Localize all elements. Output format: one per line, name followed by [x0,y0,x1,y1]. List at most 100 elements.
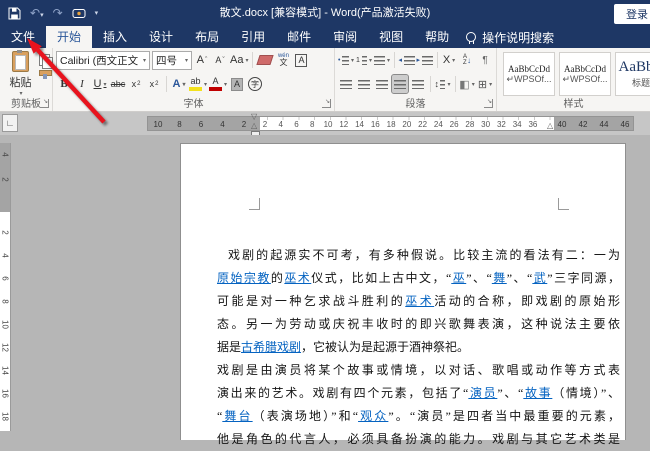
document-text: 戏剧的起源实不可考，有多种假说。比较主流的看法有二：一为 原始宗教的巫术仪式，比如… [217,244,620,451]
asian-layout-button[interactable]: X [441,51,457,69]
format-painter-icon[interactable] [39,70,52,79]
vruler-number: 14 [0,366,10,375]
clear-formatting-button[interactable] [256,51,275,69]
line-spacing-icon [440,79,446,89]
grow-font-button[interactable]: Aˆ [194,51,210,69]
save-icon[interactable] [8,7,21,20]
italic-button[interactable]: I [74,75,90,93]
customize-qat-icon[interactable]: ▾ [95,9,99,17]
ruler-number: 36 [528,120,538,129]
show-hide-marks-button[interactable]: ¶ [477,51,493,69]
ruler-number: 2 [262,120,268,129]
hanging-indent-marker[interactable]: △ [251,122,257,130]
hyperlink[interactable]: 巫 [451,271,466,285]
text-run: ，它被认为是起源于酒神祭祀。 [301,340,470,354]
bullets-button[interactable]: • [338,51,354,69]
justify-icon [394,79,406,89]
first-line-indent-marker[interactable]: ▽ [251,113,257,121]
vruler-number: 12 [0,343,10,352]
document-line-6: 戏剧是由演员将某个故事或情境，以对话、歌唱或动作等方式表 [217,359,620,382]
decrease-indent-button[interactable]: ◂ [399,51,415,69]
style-chip-2[interactable]: AaBbC标题 [615,52,650,96]
paragraph-group-label: 段落 [405,99,426,110]
enclose-characters-button[interactable]: 字 [247,75,263,93]
distribute-button[interactable] [410,75,426,93]
text-run: 仪式，比如上古中文，“ [311,271,452,285]
sign-in-button[interactable]: 登录 [614,4,650,24]
font-color-button[interactable]: A [209,75,227,93]
tab-邮件[interactable]: 邮件 [276,26,322,48]
hyperlink[interactable]: 舞台 [222,409,252,423]
undo-icon[interactable]: ↶▾ [30,7,44,19]
subscript-button[interactable]: x2 [128,75,144,93]
hyperlink[interactable]: 故事 [523,386,552,400]
tab-引用[interactable]: 引用 [230,26,276,48]
tab-设计[interactable]: 设计 [138,26,184,48]
numbering-button[interactable]: 1 [356,51,372,69]
document-line-9: 他是角色的代言人，必须具备扮演的能力。戏剧与其它艺术类是 [217,428,620,451]
hyperlink[interactable]: 舞 [492,271,507,285]
character-border-button[interactable]: A [293,51,309,69]
justify-button[interactable] [391,74,409,94]
style-chip-1[interactable]: AaBbCcDd ↵WPSOf... [559,52,611,96]
hyperlink[interactable]: 原始宗教 [217,271,271,285]
align-left-button[interactable] [338,75,354,93]
tab-帮助[interactable]: 帮助 [414,26,460,48]
bold-button[interactable]: B [56,75,72,93]
document-page[interactable]: 戏剧的起源实不可考，有多种假说。比较主流的看法有二：一为 原始宗教的巫术仪式，比如… [180,143,626,446]
touch-mode-icon[interactable] [72,7,86,20]
copy-icon[interactable] [39,54,53,69]
font-size-select[interactable]: 四号 ▾ [152,50,192,70]
paragraph-dialog-launcher[interactable]: ↘ [484,99,493,108]
tab-审阅[interactable]: 审阅 [322,26,368,48]
strikethrough-button[interactable]: abc [110,75,126,93]
paste-button[interactable]: 粘贴 [4,50,37,103]
font-dialog-launcher[interactable]: ↘ [322,99,331,108]
shading-button[interactable]: ◧ [459,75,475,93]
shrink-font-button[interactable]: Aˇ [212,51,228,69]
line-spacing-button[interactable]: ↕ [435,75,451,93]
tab-插入[interactable]: 插入 [92,26,138,48]
text-effects-button[interactable]: A [171,75,187,93]
multilevel-list-button[interactable] [374,51,390,69]
tab-stop-selector[interactable]: ∟ [2,114,18,132]
tell-me-search[interactable]: 操作说明搜索 [466,26,554,48]
ruler-number: 46 [620,120,630,129]
tab-布局[interactable]: 布局 [184,26,230,48]
align-center-button[interactable] [356,75,372,93]
hyperlink[interactable]: 巫术 [405,294,434,308]
hyperlink[interactable]: 演员 [468,386,497,400]
hyperlink[interactable]: 观众 [358,409,388,423]
change-case-button[interactable]: Aa [230,51,248,69]
hyperlink[interactable]: 武 [532,271,547,285]
align-right-button[interactable] [374,75,390,93]
font-name-select[interactable]: Calibri (西文正文 ▾ [56,50,150,70]
text-run: 态。另一为劳动或庆祝丰收时的即兴歌舞表演，这种说法主要依 [217,317,620,331]
font-group: Calibri (西文正文▾ 四号▾ Aˆ Aˇ Aa wén文 A B I U… [53,48,335,111]
highlight-color-button[interactable]: ab [189,75,207,93]
highlight-color-bar [189,87,202,91]
multilevel-list-icon [374,55,385,65]
borders-button[interactable]: ⊞ [477,75,493,93]
hyperlink[interactable]: 巫术 [284,271,311,285]
text-run: ”、“ [497,386,524,400]
sort-button[interactable]: AZ ↓ [459,51,475,69]
redo-icon[interactable]: ↷ [53,7,63,19]
vruler-number: 4 [0,253,10,258]
ruler-number: 10 [153,120,163,129]
phonetic-guide-button[interactable]: wén 文 [275,51,291,69]
tab-视图[interactable]: 视图 [368,26,414,48]
text-run: 他是角色的代言人，必须具备扮演的能力。戏剧与其它艺术类是 [217,432,620,446]
tell-me-label: 操作说明搜索 [482,30,555,45]
tab-文件[interactable]: 文件 [0,26,46,48]
underline-button[interactable]: U [92,75,108,93]
increase-indent-button[interactable]: ▸ [417,51,433,69]
character-shading-button[interactable]: A [229,75,245,93]
clipboard-dialog-launcher[interactable]: ↘ [40,99,49,108]
tab-开始[interactable]: 开始 [46,26,93,48]
style-chip-0[interactable]: AaBbCcDd ↵WPSOf... [503,52,555,96]
right-indent-marker[interactable]: △ [547,122,553,130]
hyperlink[interactable]: 古希腊戏剧 [241,340,301,354]
text-run: 据是 [217,340,242,354]
superscript-button[interactable]: x2 [146,75,162,93]
